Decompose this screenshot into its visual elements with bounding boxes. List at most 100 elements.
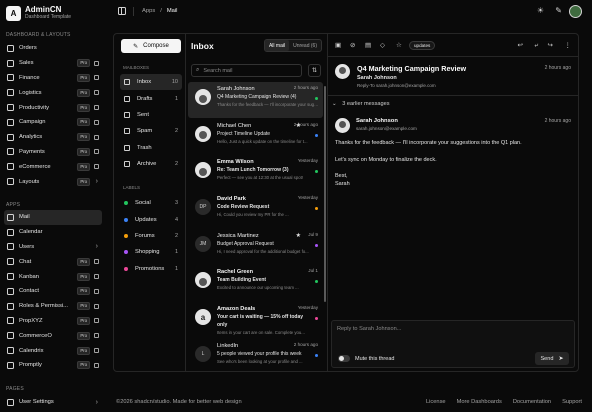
reply-composer: Mute this thread Send ➤ — [331, 320, 575, 368]
external-link-icon — [94, 333, 99, 339]
sidebar-item-logistics[interactable]: Logistics Pro — [4, 85, 102, 100]
sidebar-item-label: Kanban — [19, 273, 39, 280]
palette-icon[interactable]: ✎ — [555, 7, 562, 15]
avatar[interactable] — [569, 5, 582, 18]
footer-link-license[interactable]: License — [426, 399, 446, 405]
brand[interactable]: A AdminCN Dashboard Template — [6, 5, 71, 21]
trash-icon — [124, 144, 130, 151]
sidebar-item-finance[interactable]: Finance Pro — [4, 71, 102, 86]
sidebar-item-commerceo[interactable]: CommerceO Pro — [4, 328, 102, 343]
mailbox-inbox[interactable]: Inbox 10 — [120, 74, 182, 91]
reply-all-icon[interactable]: ⤶ — [534, 42, 538, 49]
sidebar-item-chat[interactable]: Chat Pro — [4, 254, 102, 269]
scrollbar[interactable] — [324, 86, 326, 302]
footer-link-more-dashboards[interactable]: More Dashboards — [457, 399, 502, 405]
list-item[interactable]: Rachel Green Team Building Event Excited t… — [188, 265, 323, 301]
forward-icon[interactable]: ↪ — [548, 42, 553, 49]
compose-button[interactable]: ✎ Compose — [121, 39, 181, 53]
sender-avatar — [335, 64, 350, 79]
sidebar-item-sales[interactable]: Sales Pro — [4, 56, 102, 71]
message-preview: Items in your cart are on sale. Complete… — [217, 330, 305, 336]
mailbox-drafts[interactable]: Drafts 1 — [120, 90, 182, 106]
list-item[interactable]: L LinkedIn 5 people viewed your profile th… — [188, 339, 323, 371]
sidebar-item-propxyz[interactable]: PropXYZ Pro — [4, 314, 102, 329]
section-dashboards-label: DASHBOARD & LAYOUTS — [6, 32, 71, 38]
list-item[interactable]: a Amazon Deals Your cart is waiting — 15% … — [188, 302, 323, 338]
more-options-icon[interactable]: ⋮ — [565, 42, 572, 49]
label-color-dot — [315, 97, 318, 100]
earlier-messages-toggle[interactable]: ⌄ 3 earlier messages — [332, 101, 390, 107]
reading-pane: ▣ ⊘ ▤ ◇ ☆ updates ↩ ⤶ ↪ ⋮ Q4 Marketing C… — [328, 34, 578, 371]
list-item[interactable]: Michael Chen Project Timeline Update Hello… — [188, 119, 323, 155]
tab-all-mail[interactable]: All mail — [264, 40, 290, 51]
sidebar-item-label: Roles & Permissi... — [19, 303, 68, 310]
search-input[interactable] — [203, 67, 299, 74]
sidebar-item-label: Calendrix — [19, 347, 44, 354]
sidebar-item-calendar[interactable]: Calendar — [4, 225, 102, 240]
mailbox-archive[interactable]: Archive 2 — [120, 156, 182, 172]
sidebar-item-analytics[interactable]: Analytics Pro — [4, 130, 102, 145]
list-item[interactable]: Emma Wilson Re: Team Lunch Tomorrow (3) Pe… — [188, 155, 323, 191]
sidebar-item-label: User Settings — [19, 399, 54, 406]
sidebar-item-calendrix[interactable]: Calendrix Pro — [4, 343, 102, 358]
mailbox-trash[interactable]: Trash — [120, 140, 182, 156]
sidebar-item-users[interactable]: Users › — [4, 240, 102, 255]
sidebar-item-roles-permissi[interactable]: Roles & Permissi... Pro — [4, 299, 102, 314]
tab-unread[interactable]: Unread (6) — [289, 40, 321, 51]
message-body-line: Best, — [335, 173, 348, 179]
star-icon[interactable]: ★ — [296, 232, 301, 239]
footer-link-support[interactable]: Support — [562, 399, 582, 405]
sidebar-item-promptly[interactable]: Promptly Pro — [4, 358, 102, 373]
list-item[interactable]: DP David Park Code Review Request Hi, Could… — [188, 192, 323, 228]
list-item[interactable]: JM Jessica Martinez Budget Approval Reques… — [188, 229, 323, 265]
mailboxes-label: MAILBOXES — [123, 65, 150, 70]
report-spam-icon[interactable]: ⊘ — [350, 42, 355, 49]
send-button[interactable]: Send ➤ — [535, 352, 569, 365]
external-link-icon — [94, 60, 99, 66]
label-social[interactable]: Social 3 — [120, 195, 182, 211]
reply-input[interactable] — [337, 326, 569, 342]
label-name: Forums — [135, 232, 155, 239]
message-date: Yesterday — [297, 158, 318, 164]
drafts-icon — [124, 95, 130, 102]
sidebar-item-layouts[interactable]: Layouts Pro › — [4, 174, 102, 189]
message-sender: Rachel Green — [217, 269, 254, 276]
sidebar-item-ecommerce[interactable]: eCommerce Pro — [4, 159, 102, 174]
breadcrumb-apps[interactable]: Apps — [142, 8, 155, 14]
pro-badge: Pro — [77, 346, 90, 355]
label-updates[interactable]: Updates 4 — [120, 211, 182, 227]
sidebar-item-campaign[interactable]: Campaign Pro — [4, 115, 102, 130]
reply-icon[interactable]: ↩ — [518, 42, 523, 49]
delete-icon[interactable]: ▤ — [365, 42, 371, 49]
label-name: Promotions — [135, 265, 165, 272]
sun-icon[interactable]: ☀ — [537, 7, 544, 15]
sidebar-item-mail[interactable]: Mail — [4, 210, 102, 225]
archive-icon[interactable]: ▣ — [335, 42, 341, 49]
mute-toggle[interactable] — [338, 355, 350, 362]
sales-icon — [7, 59, 14, 67]
sidebar-item-payments[interactable]: Payments Pro — [4, 145, 102, 160]
sidebar-item-productivity[interactable]: Productivity Pro — [4, 100, 102, 115]
sort-icon[interactable]: ⇅ — [308, 64, 321, 77]
footer-link-documentation[interactable]: Documentation — [513, 399, 551, 405]
kanban-icon — [7, 273, 14, 281]
list-item[interactable]: Sarah Johnson Q4 Marketing Campaign Revie… — [188, 82, 323, 118]
sidebar-item-label: PropXYZ — [19, 317, 43, 324]
label-icon[interactable]: ◇ — [380, 42, 385, 49]
sidebar-item-orders[interactable]: Orders — [4, 41, 102, 56]
mailbox-spam[interactable]: Spam 2 — [120, 123, 182, 139]
breadcrumb-mail: Mail — [166, 8, 178, 14]
star-icon[interactable]: ★ — [296, 122, 301, 129]
label-shopping[interactable]: Shopping 1 — [120, 244, 182, 260]
label-promotions[interactable]: Promotions 1 — [120, 261, 182, 277]
sidebar-item-kanban[interactable]: Kanban Pro — [4, 269, 102, 284]
label-badge[interactable]: updates — [409, 41, 436, 50]
sidebar-item-user-settings[interactable]: User Settings › — [4, 395, 102, 410]
label-forums[interactable]: Forums 2 — [120, 228, 182, 244]
sidebar-toggle-icon[interactable] — [118, 7, 126, 15]
label-color-dot — [124, 266, 128, 271]
star-icon[interactable]: ☆ — [396, 42, 402, 49]
sidebar-item-contact[interactable]: Contact Pro — [4, 284, 102, 299]
avatar: a — [195, 309, 211, 326]
mailbox-sent[interactable]: Sent — [120, 107, 182, 123]
